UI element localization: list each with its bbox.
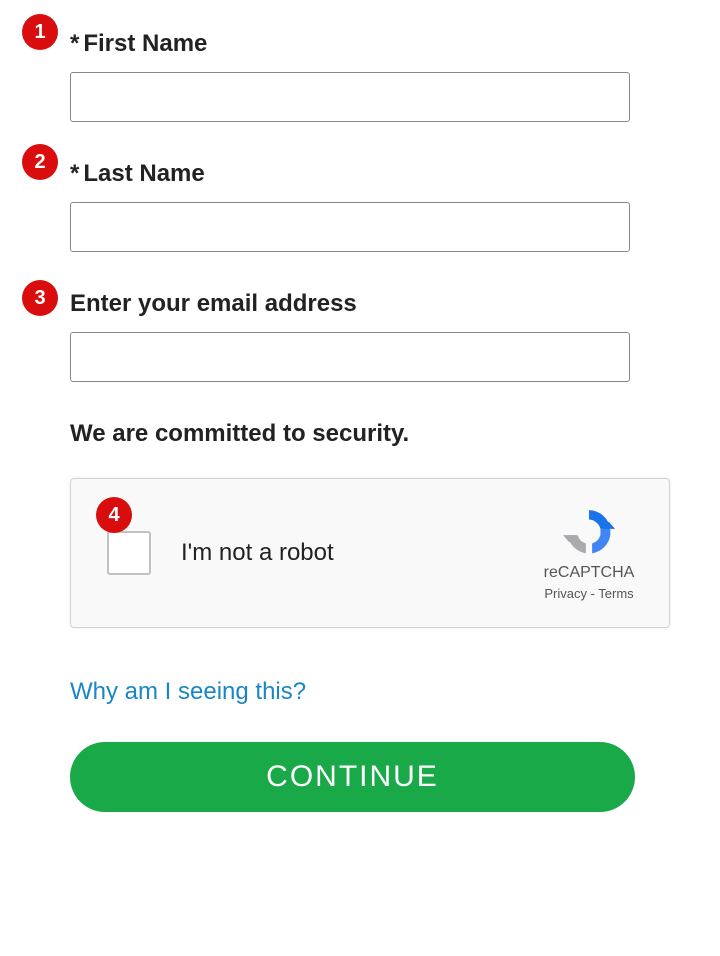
email-input[interactable] [70, 332, 630, 382]
email-label-text: Enter your email address [70, 290, 357, 317]
why-seeing-this-link[interactable]: Why am I seeing this? [70, 678, 306, 706]
recaptcha-terms-link[interactable]: Terms [598, 586, 633, 601]
step-badge-2: 2 [22, 144, 58, 180]
email-group: 3 Enter your email address [70, 290, 670, 382]
last-name-label: *Last Name [70, 160, 670, 188]
last-name-group: 2 *Last Name [70, 160, 670, 252]
first-name-group: 1 *First Name [70, 30, 670, 122]
recaptcha-logo-icon [563, 506, 615, 558]
recaptcha-branding: reCAPTCHA Privacy - Terms [529, 506, 649, 601]
recaptcha-label: I'm not a robot [181, 539, 529, 567]
registration-form: 1 *First Name 2 *Last Name 3 Enter your … [20, 30, 700, 812]
last-name-input[interactable] [70, 202, 630, 252]
recaptcha-checkbox[interactable] [107, 531, 151, 575]
first-name-input[interactable] [70, 72, 630, 122]
continue-button[interactable]: CONTINUE [70, 742, 635, 812]
last-name-label-text: Last Name [83, 160, 204, 187]
first-name-label-text: First Name [83, 30, 207, 57]
required-marker: * [70, 30, 79, 57]
recaptcha-privacy-link[interactable]: Privacy [544, 586, 587, 601]
security-heading: We are committed to security. [70, 420, 670, 448]
recaptcha-links: Privacy - Terms [544, 586, 633, 601]
recaptcha-separator: - [587, 586, 598, 601]
step-badge-4: 4 [96, 497, 132, 533]
email-label: Enter your email address [70, 290, 670, 318]
first-name-label: *First Name [70, 30, 670, 58]
recaptcha-brand-text: reCAPTCHA [544, 564, 635, 582]
required-marker: * [70, 160, 79, 187]
step-badge-1: 1 [22, 14, 58, 50]
step-badge-3: 3 [22, 280, 58, 316]
recaptcha-widget: 4 I'm not a robot reCAPTCHA Privacy - Te… [70, 478, 670, 628]
